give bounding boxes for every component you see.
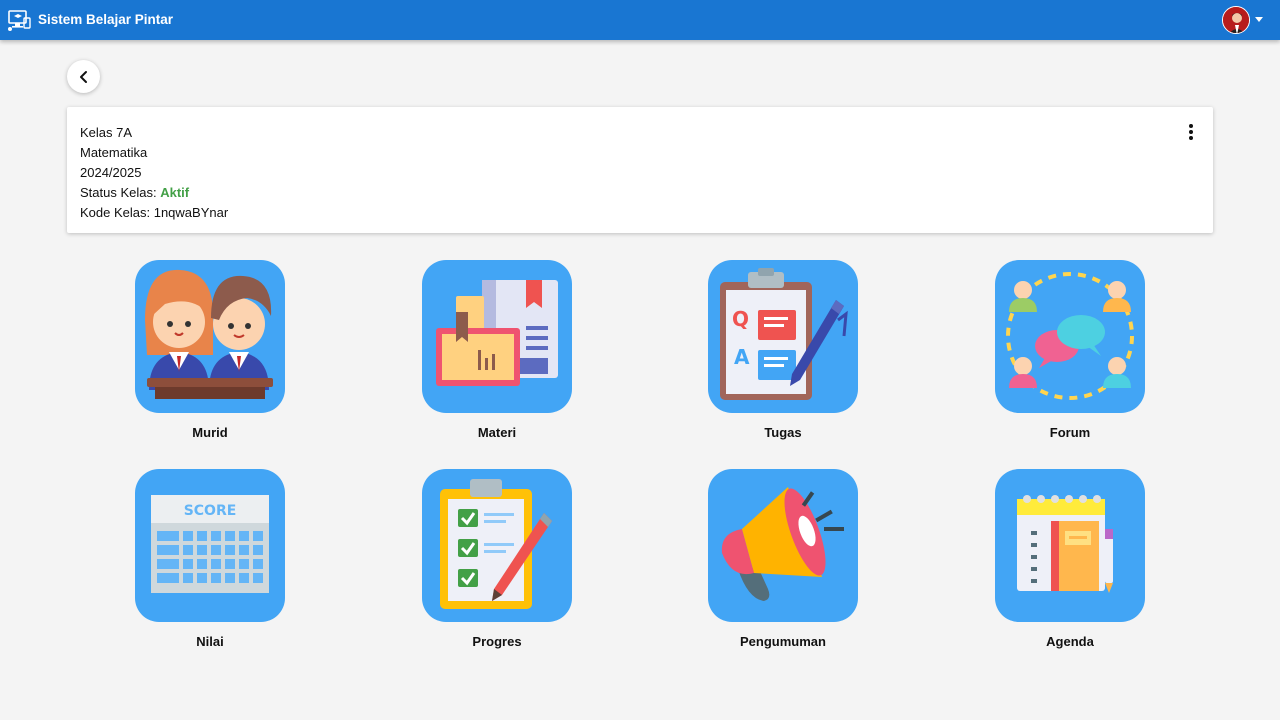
menu-item-nilai[interactable]: SCORE Nilai [135,469,285,659]
user-avatar-icon[interactable] [1222,6,1250,34]
chevron-left-icon [79,70,87,83]
books-icon [422,260,572,413]
class-year: 2024/2025 [80,165,142,180]
code-label: Kode Kelas: [80,205,154,220]
megaphone-icon [708,469,858,622]
menu-label: Agenda [1046,634,1094,649]
menu-label: Nilai [196,634,224,649]
class-subject: Matematika [80,145,148,160]
menu-item-agenda[interactable]: Agenda [995,469,1145,659]
computer-school-icon [8,10,31,31]
score-board-icon: SCORE [135,469,285,622]
svg-text:SCORE: SCORE [184,503,237,519]
caret-down-icon[interactable] [1255,17,1263,22]
menu-item-pengumuman[interactable]: Pengumuman [708,469,858,659]
code-value: 1nqwaBYnar [153,205,229,220]
menu-item-murid[interactable]: Murid [135,260,285,450]
app-bar: Sistem Belajar Pintar [0,0,1280,40]
class-info-card: Kelas 7A Matematika 2024/2025 Status Kel… [67,107,1213,233]
clipboard-qa-icon: Q A [708,260,858,413]
svg-text:Q: Q [732,307,749,331]
menu-item-progres[interactable]: Progres [422,469,572,659]
back-button[interactable] [67,60,100,93]
menu-label: Materi [477,425,517,440]
menu-label: Tugas [764,425,802,440]
students-icon [135,260,285,413]
menu-item-tugas[interactable]: Q A Tugas [708,260,858,450]
status-label: Status Kelas: [80,185,161,200]
svg-text:A: A [734,345,750,369]
checklist-icon [422,469,572,622]
app-title: Sistem Belajar Pintar [38,12,174,27]
status-badge: Aktif [160,185,190,200]
menu-label: Pengumuman [740,634,826,649]
menu-label: Progres [472,634,522,649]
class-name: Kelas 7A [80,125,133,140]
menu-label: Murid [192,425,228,440]
class-code: Kode Kelas: 1nqwaBYnar [80,203,228,223]
menu-item-forum[interactable]: Forum [995,260,1145,450]
discussion-icon [995,260,1145,413]
class-status: Status Kelas: Aktif [80,183,228,203]
notebook-icon [995,469,1145,622]
menu-label: Forum [1049,425,1091,440]
menu-item-materi[interactable]: Materi [422,260,572,450]
more-vertical-icon[interactable] [1181,123,1201,141]
